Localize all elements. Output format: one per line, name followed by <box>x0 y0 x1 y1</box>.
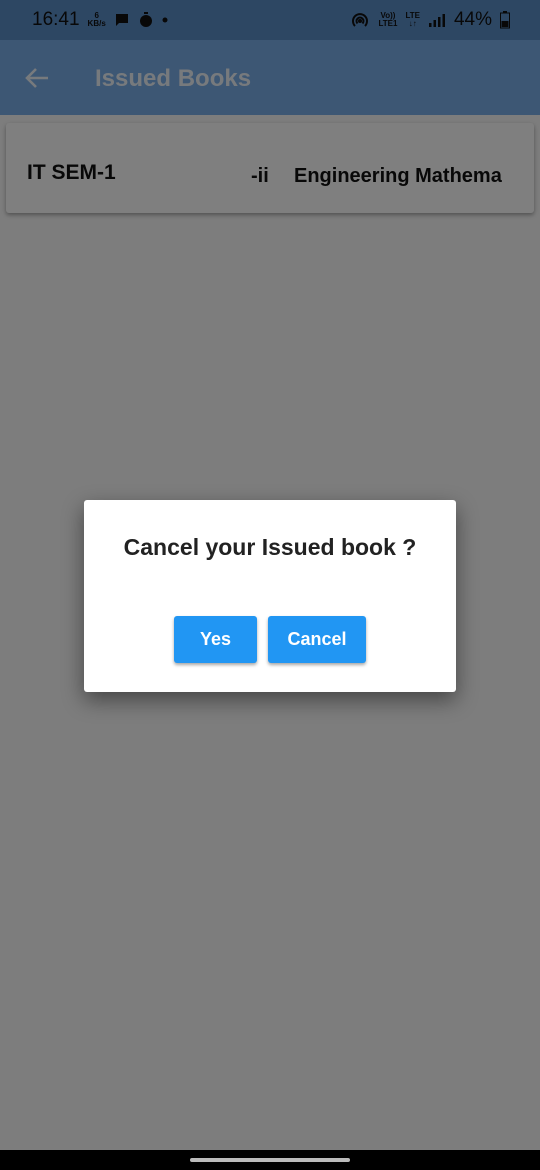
cancel-button[interactable]: Cancel <box>268 616 366 663</box>
dialog-message: Cancel your Issued book ? <box>123 534 417 560</box>
home-gesture-handle[interactable] <box>190 1158 350 1162</box>
navigation-bar <box>0 1150 540 1170</box>
yes-button[interactable]: Yes <box>174 616 257 663</box>
cancel-dialog: Cancel your Issued book ? Yes Cancel <box>84 500 456 692</box>
